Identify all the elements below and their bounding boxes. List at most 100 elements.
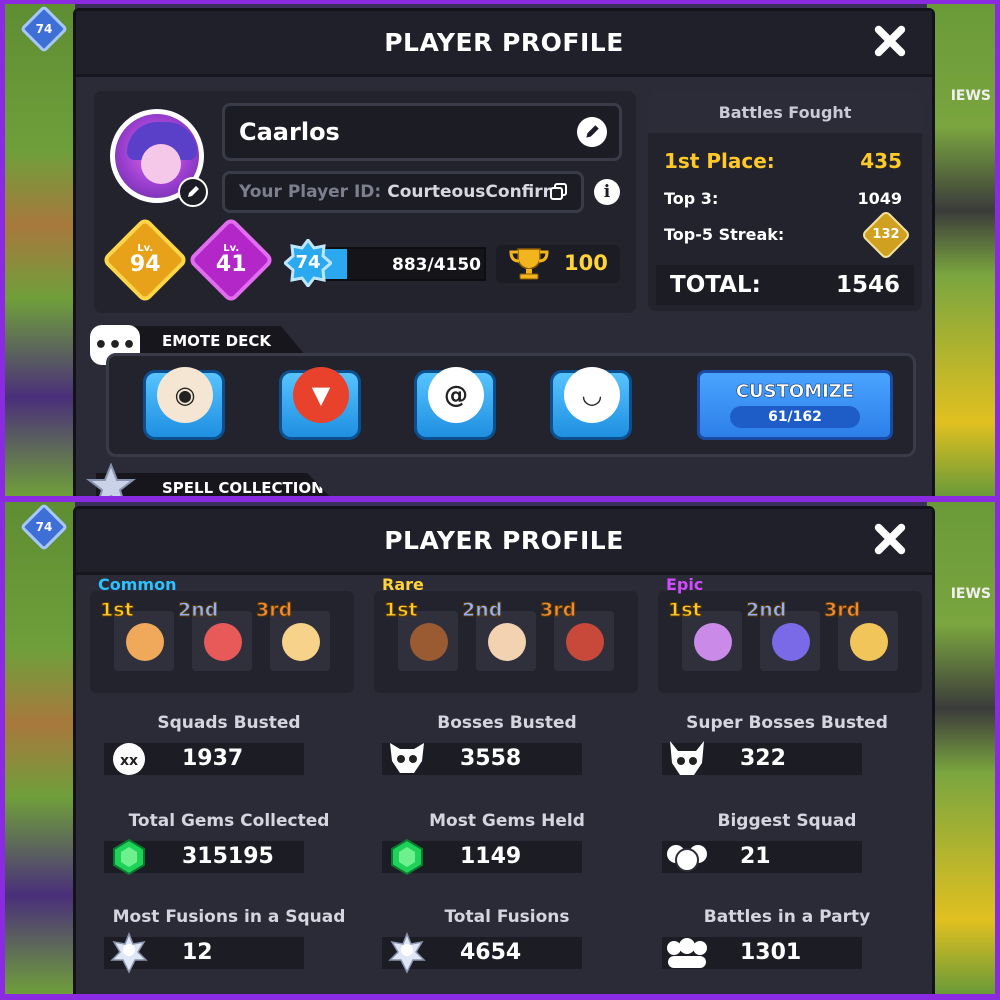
- emote-slot-chick[interactable]: ◉: [143, 367, 225, 440]
- background-scenery-right: [927, 4, 995, 496]
- bottom-screenshot: 74 IEWS PLAYER PROFILE Common 1st 2nd 3r…: [5, 502, 995, 994]
- brawler-portrait: [850, 623, 888, 661]
- crying-emote-icon: ◡: [564, 367, 620, 423]
- stat-value: 21: [740, 844, 771, 869]
- brawler-slot[interactable]: 2nd: [177, 599, 252, 671]
- player-id-value: CourteousConfirm: [387, 182, 561, 202]
- close-button[interactable]: [870, 21, 910, 61]
- background-news-label: IEWS: [950, 586, 991, 602]
- top3-row: Top 3: 1049: [664, 189, 902, 208]
- battles-fought-box: Battles Fought 1st Place: 435 Top 3: 104…: [648, 91, 922, 311]
- avatar-edit-button[interactable]: [178, 177, 208, 207]
- brawler-slot[interactable]: 2nd: [745, 599, 820, 671]
- rarity-title: Common: [98, 575, 177, 594]
- account-level-badge: Lv. 94: [101, 216, 189, 304]
- fusion-icon: [106, 932, 152, 974]
- top3-value: 1049: [857, 189, 902, 208]
- brawler-portrait: [566, 623, 604, 661]
- emote-slot-angry[interactable]: ▼: [279, 367, 361, 440]
- background-news-label: IEWS: [950, 88, 991, 104]
- emote-deck-title: EMOTE DECK: [162, 332, 271, 350]
- trophy-counter: 100: [496, 245, 620, 283]
- player-profile-panel: PLAYER PROFILE Common 1st 2nd 3rd Rare 1…: [73, 506, 935, 994]
- player-name: Caarlos: [239, 118, 340, 146]
- background-scenery-left: [5, 4, 75, 496]
- rarity-rare: Rare 1st 2nd 3rd: [374, 575, 638, 693]
- horned-skull-icon: [664, 739, 710, 779]
- stat-squads-busted: Squads Busted xx 1937: [98, 713, 360, 803]
- background-level-text: 74: [35, 520, 53, 534]
- rank-label: 1st: [668, 599, 703, 622]
- brawler-portrait: [488, 623, 526, 661]
- panel-header: PLAYER PROFILE: [76, 11, 932, 77]
- avatar-face: [141, 144, 181, 184]
- close-icon: [874, 523, 906, 555]
- gem-icon: [106, 837, 152, 877]
- svg-text:xx: xx: [120, 753, 138, 769]
- xp-progress-bar: 883/4150: [308, 247, 486, 281]
- player-name-field[interactable]: Caarlos: [222, 103, 622, 161]
- pencil-icon: [586, 125, 599, 138]
- first-place-value: 435: [860, 149, 902, 173]
- stat-total-fusions: Total Fusions 4654: [376, 907, 638, 994]
- chick-emote-icon: ◉: [157, 367, 213, 423]
- player-profile-panel: PLAYER PROFILE Caarlos Your Player ID: C…: [73, 8, 935, 496]
- stat-total-gems-collected: Total Gems Collected 315195: [98, 811, 360, 901]
- emote-slot-crying[interactable]: ◡: [550, 367, 632, 440]
- rank-label: 2nd: [461, 599, 503, 622]
- stat-super-bosses-busted: Super Bosses Busted 322: [656, 713, 918, 803]
- rarity-title: Rare: [382, 575, 424, 594]
- rank-label: 2nd: [745, 599, 787, 622]
- brawler-slot[interactable]: 3rd: [823, 599, 898, 671]
- fusion-icon: [384, 932, 430, 974]
- rank-label: 3rd: [539, 599, 577, 622]
- stat-value: 3558: [460, 746, 522, 771]
- emote-slot-dizzy[interactable]: @: [414, 367, 496, 440]
- total-label: TOTAL:: [670, 272, 761, 298]
- stat-label: Super Bosses Busted: [686, 713, 888, 733]
- name-edit-button[interactable]: [577, 117, 607, 147]
- brawler-portrait: [126, 623, 164, 661]
- brawler-portrait: [694, 623, 732, 661]
- player-id-field: Your Player ID: CourteousConfirm: [222, 171, 584, 213]
- angry-emote-icon: ▼: [293, 367, 349, 423]
- stat-label: Biggest Squad: [717, 811, 857, 831]
- stat-biggest-squad: Biggest Squad 21: [656, 811, 918, 901]
- brawler-slot[interactable]: 3rd: [255, 599, 330, 671]
- streak-badge: 132: [860, 209, 912, 261]
- brawler-slot[interactable]: 1st: [100, 599, 174, 671]
- top-screenshot: 74 IEWS PLAYER PROFILE Caarlos Your Play…: [5, 4, 995, 496]
- squad-icon: [664, 837, 710, 877]
- rarity-common: Common 1st 2nd 3rd: [90, 575, 354, 693]
- rank-label: 3rd: [255, 599, 293, 622]
- brawler-slot[interactable]: 1st: [668, 599, 742, 671]
- brawler-slot[interactable]: 3rd: [539, 599, 614, 671]
- info-icon[interactable]: i: [594, 179, 620, 205]
- copy-icon[interactable]: [549, 182, 569, 202]
- brawler-portrait: [282, 623, 320, 661]
- xp-text: 883/4150: [392, 255, 482, 275]
- stat-battles-in-party: Battles in a Party 1301: [656, 907, 918, 994]
- brawler-slot[interactable]: 1st: [384, 599, 458, 671]
- close-button[interactable]: [870, 519, 910, 559]
- account-level: 94: [129, 252, 161, 277]
- background-scenery-right: [927, 502, 995, 994]
- trophy-icon: [509, 248, 549, 280]
- customize-button[interactable]: CUSTOMIZE 61/162: [697, 370, 893, 440]
- gem-icon: [384, 837, 430, 877]
- rank-label: 1st: [100, 599, 135, 622]
- dizzy-emote-icon: @: [428, 367, 484, 423]
- xp-level-star: 74: [282, 237, 334, 289]
- streak-value: 132: [872, 227, 900, 242]
- rank-label: 2nd: [177, 599, 219, 622]
- stat-value: 1301: [740, 940, 802, 965]
- pencil-icon: [188, 186, 199, 197]
- spell-collection-title: SPELL COLLECTION: [162, 479, 324, 496]
- stat-value: 315195: [182, 844, 274, 869]
- boss-skull-icon: [384, 739, 430, 779]
- stat-label: Most Gems Held: [429, 811, 585, 831]
- background-level-text: 74: [35, 22, 53, 36]
- stat-label: Squads Busted: [157, 713, 301, 733]
- brawler-slot[interactable]: 2nd: [461, 599, 536, 671]
- stat-value: 1149: [460, 844, 522, 869]
